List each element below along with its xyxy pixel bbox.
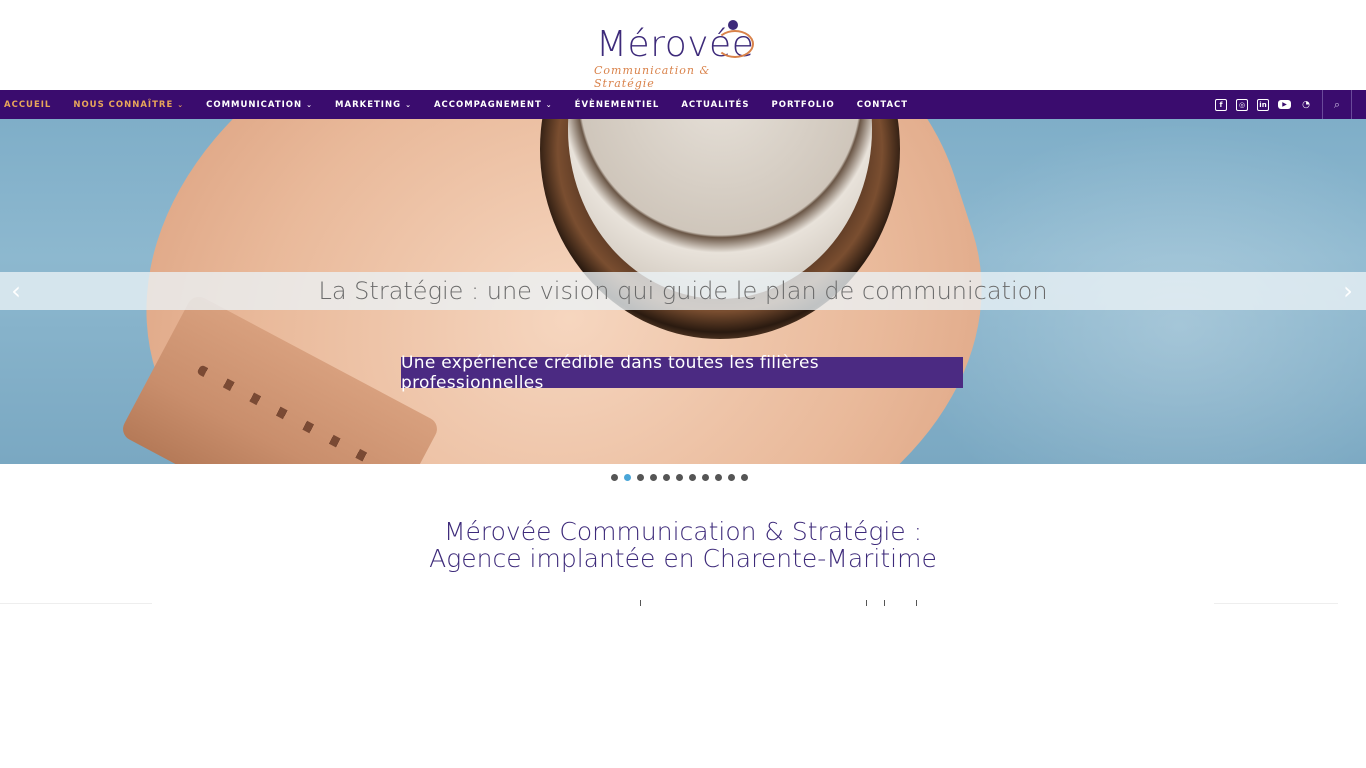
chevron-down-icon: ⌄ [177,100,185,109]
slide-title-band: La Stratégie : une vision qui guide le p… [0,272,1366,310]
logo-tagline: Communication & Stratégie [594,64,711,90]
search-icon: ⌕ [1333,97,1341,111]
slider-dot[interactable] [741,474,748,481]
nav-item-communication[interactable]: COMMUNICATION ⌄ [206,100,313,110]
nav-item-label: ACCOMPAGNEMENT [433,99,542,110]
slide-subtitle: Une expérience crédible dans toutes les … [401,353,963,393]
nav-item-label: CONTACT [856,99,909,110]
nav-item-contact[interactable]: CONTACT [857,100,908,110]
nav-item-label: ACCUEIL [4,99,52,110]
hero-slider: La Stratégie : une vision qui guide le p… [0,119,1366,464]
nav-menu: ACCUEIL NOUS CONNAÎTRE ⌄ COMMUNICATION ⌄ M… [0,90,930,119]
slider-dot[interactable] [663,474,670,481]
slider-prev-arrow-icon[interactable]: ‹ [6,279,26,303]
slide-title: La Stratégie : une vision qui guide le p… [318,277,1048,305]
divider [640,600,641,606]
divider [0,603,152,604]
instagram-icon[interactable]: ◎ [1236,98,1248,111]
slider-dot[interactable] [702,474,709,481]
slider-pagination [611,474,754,482]
nav-item-label: MARKETING [335,99,402,110]
main-nav: ACCUEIL NOUS CONNAÎTRE ⌄ COMMUNICATION ⌄ M… [0,90,1366,119]
intro-heading: Mérovée Communication & Stratégie : Agen… [0,518,1366,572]
slider-dot[interactable] [611,474,618,481]
nav-item-evenementiel[interactable]: ÉVÈNEMENTIEL [575,100,660,110]
site-header: Mérovée Communication & Stratégie [0,0,1366,90]
youtube-icon[interactable]: ▶ [1278,100,1291,109]
nav-item-portfolio[interactable]: PORTFOLIO [771,100,834,110]
linkedin-icon[interactable]: in [1257,98,1269,111]
slider-dot[interactable] [637,474,644,481]
slider-dot[interactable] [715,474,722,481]
slider-dot[interactable] [676,474,683,481]
logo-swirl-icon [716,30,754,58]
slider-dot[interactable] [650,474,657,481]
chevron-down-icon: ⌄ [405,100,412,109]
divider [916,600,917,606]
chevron-down-icon: ⌄ [306,100,314,109]
nav-item-actualites[interactable]: ACTUALITÉS [681,100,749,110]
nav-item-label: NOUS CONNAÎTRE [73,99,174,110]
rss-icon[interactable]: ◔ [1300,99,1312,111]
nav-item-marketing[interactable]: MARKETING ⌄ [335,100,412,110]
intro-heading-line1: Mérovée Communication & Stratégie : [443,517,923,546]
logo-dot-icon [728,20,738,30]
facebook-icon[interactable]: f [1215,98,1227,111]
site-logo[interactable]: Mérovée Communication & Stratégie [590,12,770,90]
nav-item-label: PORTFOLIO [771,99,835,110]
slider-dot[interactable] [728,474,735,481]
divider [866,600,867,606]
nav-item-accueil[interactable]: ACCUEIL [4,100,51,110]
divider [884,600,885,606]
slider-next-arrow-icon[interactable]: › [1338,279,1358,303]
nav-item-label: COMMUNICATION [206,99,303,110]
chevron-down-icon: ⌄ [545,100,553,109]
search-button[interactable]: ⌕ [1322,90,1352,119]
divider [1214,603,1338,604]
nav-item-label: ACTUALITÉS [681,99,750,110]
nav-item-accompagnement[interactable]: ACCOMPAGNEMENT ⌄ [434,100,553,110]
nav-item-label: ÉVÈNEMENTIEL [574,99,660,110]
nav-item-nous-connaitre[interactable]: NOUS CONNAÎTRE ⌄ [73,100,184,110]
slider-dot-active[interactable] [624,474,631,481]
slider-dot[interactable] [689,474,696,481]
watch-holes [196,364,378,464]
intro-heading-line2: Agence implantée en Charente-Maritime [429,544,937,573]
social-links: f ◎ in ▶ ◔ [1206,90,1312,119]
